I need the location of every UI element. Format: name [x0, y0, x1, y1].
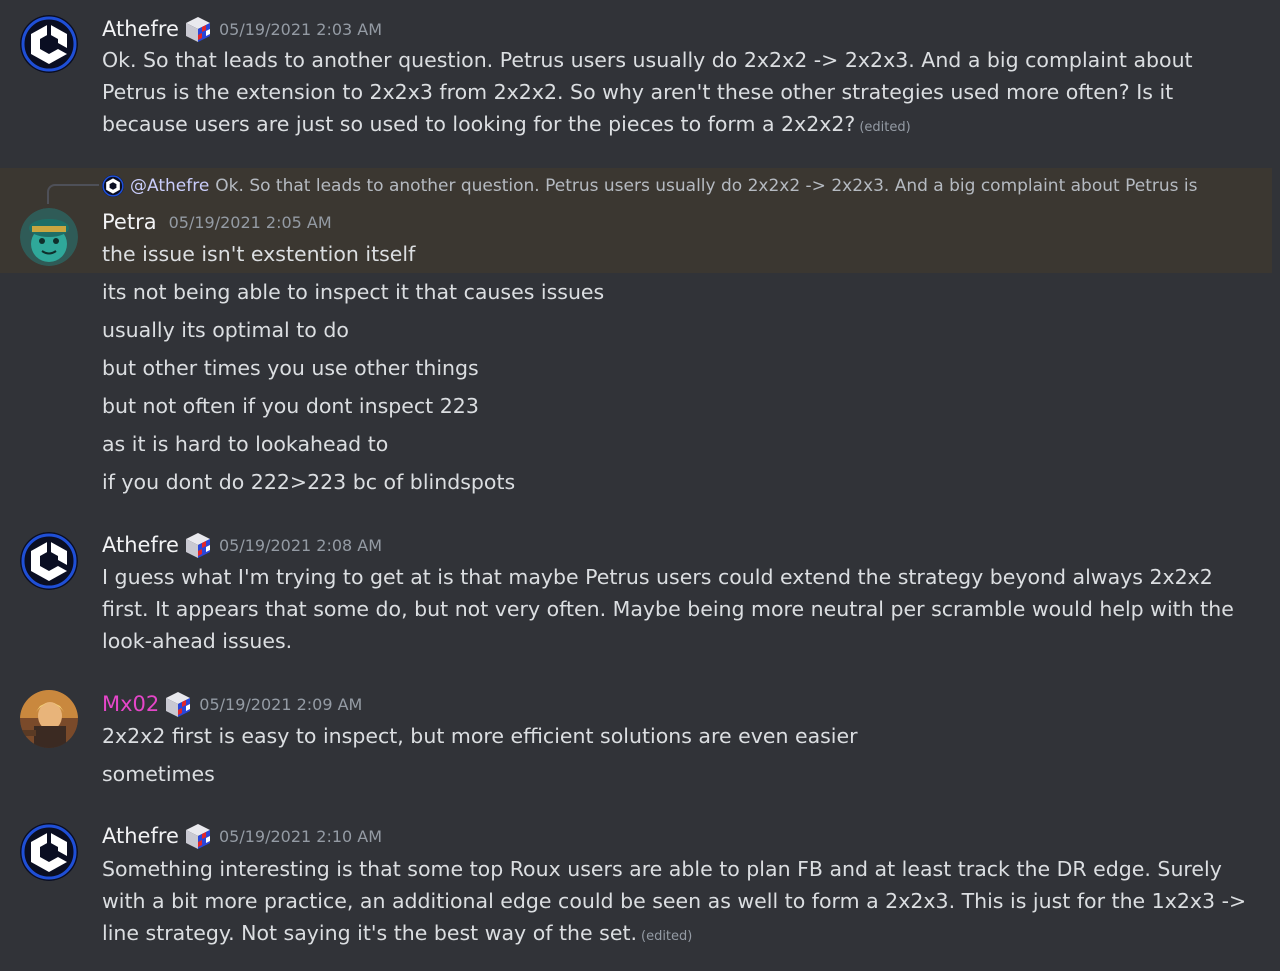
cube-logo-avatar-icon [20, 823, 78, 881]
cube-logo-avatar-icon [102, 175, 124, 197]
message-line: Something interesting is that some top R… [102, 857, 1222, 881]
message-line: its not being able to inspect it that ca… [102, 280, 605, 304]
username[interactable]: Athefre [102, 17, 179, 41]
message-text: because users are just so used to lookin… [102, 112, 856, 136]
message-header: Petra 05/19/2021 2:05 AM [102, 207, 332, 237]
message-line: 2x2x2 first is easy to inspect, but more… [102, 724, 858, 748]
message-text: line strategy. Not saying it's the best … [102, 921, 637, 945]
username[interactable]: Athefre [102, 533, 179, 557]
timestamp[interactable]: 05/19/2021 2:08 AM [219, 536, 382, 555]
reply-mention[interactable]: @Athefre [130, 176, 209, 196]
rubiks-cube-role-icon[interactable] [183, 14, 213, 44]
chat-log: Athefre 05/19/2021 2:03 AM Ok. So that l… [0, 0, 1280, 971]
username[interactable]: Petra [102, 210, 157, 234]
username[interactable]: Athefre [102, 824, 179, 848]
message-line: Ok. So that leads to another question. P… [102, 48, 1193, 72]
reply-text[interactable]: Ok. So that leads to another question. P… [215, 176, 1197, 196]
timestamp[interactable]: 05/19/2021 2:03 AM [219, 20, 382, 39]
rubiks-cube-role-icon[interactable] [163, 689, 193, 719]
username[interactable]: Mx02 [102, 692, 159, 716]
timestamp[interactable]: 05/19/2021 2:10 AM [219, 827, 382, 846]
reply-spine [47, 184, 99, 204]
anime-character-avatar-icon [20, 690, 78, 748]
mx02-avatar[interactable] [20, 690, 78, 748]
rubiks-cube-role-icon[interactable] [183, 821, 213, 851]
message-line: look-ahead issues. [102, 629, 293, 653]
message-line: I guess what I'm trying to get at is tha… [102, 565, 1213, 589]
message-line: line strategy. Not saying it's the best … [102, 917, 692, 953]
athefre-avatar[interactable] [20, 532, 78, 590]
message-line: if you dont do 222>223 bc of blindspots [102, 470, 516, 494]
message-line: the issue isn't exstention itself [102, 242, 416, 266]
message-header: Athefre 05/19/2021 2:08 AM [102, 530, 382, 560]
message-line: because users are just so used to lookin… [102, 108, 911, 144]
message-line: with a bit more practice, an additional … [102, 889, 1247, 913]
rubiks-cube-role-icon[interactable] [183, 530, 213, 560]
message-line: first. It appears that some do, but not … [102, 597, 1234, 621]
cube-logo-avatar-icon [20, 532, 78, 590]
message-line: sometimes [102, 762, 215, 786]
message-header: Athefre 05/19/2021 2:03 AM [102, 14, 382, 44]
cube-logo-avatar-icon [20, 15, 78, 73]
reply-avatar [102, 175, 124, 197]
athefre-avatar[interactable] [20, 823, 78, 881]
message-line: as it is hard to lookahead to [102, 432, 389, 456]
edited-indicator: (edited) [859, 120, 911, 135]
edited-indicator: (edited) [641, 929, 693, 944]
message-header: Athefre 05/19/2021 2:10 AM [102, 821, 382, 851]
message-line: but not often if you dont inspect 223 [102, 394, 479, 418]
reply-preview[interactable]: @Athefre Ok. So that leads to another qu… [102, 172, 1202, 200]
message-line: usually its optimal to do [102, 318, 349, 342]
message-line: Petrus is the extension to 2x2x3 from 2x… [102, 80, 1174, 104]
petra-avatar[interactable] [20, 208, 78, 266]
timestamp[interactable]: 05/19/2021 2:05 AM [169, 213, 332, 232]
teal-character-avatar-icon [20, 208, 78, 266]
athefre-avatar[interactable] [20, 15, 78, 73]
timestamp[interactable]: 05/19/2021 2:09 AM [199, 695, 362, 714]
message-header: Mx02 05/19/2021 2:09 AM [102, 689, 362, 719]
message-line: but other times you use other things [102, 356, 479, 380]
